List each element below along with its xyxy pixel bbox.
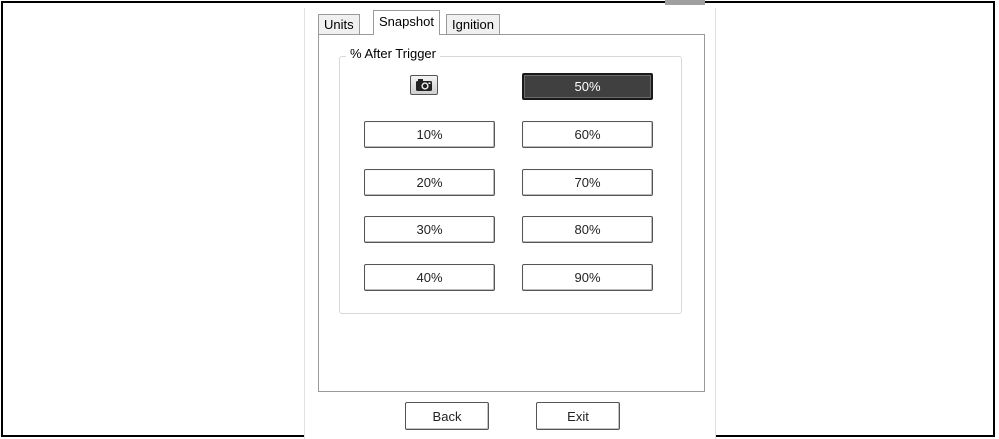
tab-ignition[interactable]: Ignition xyxy=(446,14,500,34)
percent-40-button[interactable]: 40% xyxy=(364,264,495,291)
percent-10-button[interactable]: 10% xyxy=(364,121,495,148)
percent-20-button[interactable]: 20% xyxy=(364,169,495,196)
exit-button[interactable]: Exit xyxy=(536,402,620,430)
percent-90-button[interactable]: 90% xyxy=(522,264,653,291)
group-label: % After Trigger xyxy=(346,46,440,61)
snapshot-camera-button[interactable] xyxy=(410,75,438,95)
tab-snapshot[interactable]: Snapshot xyxy=(373,10,440,35)
percent-60-button[interactable]: 60% xyxy=(522,121,653,148)
tab-units[interactable]: Units xyxy=(318,14,360,34)
back-button[interactable]: Back xyxy=(405,402,489,430)
title-bar-edge xyxy=(665,0,705,5)
camera-icon xyxy=(416,79,432,91)
percent-30-button[interactable]: 30% xyxy=(364,216,495,243)
percent-80-button[interactable]: 80% xyxy=(522,216,653,243)
percent-70-button[interactable]: 70% xyxy=(522,169,653,196)
percent-50-button[interactable]: 50% xyxy=(522,73,653,100)
